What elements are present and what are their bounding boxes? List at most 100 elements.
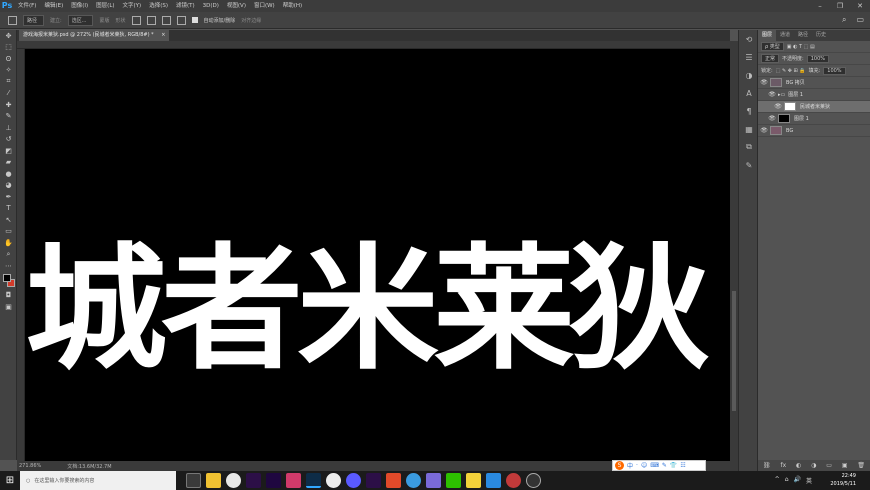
chrome-icon[interactable] (226, 473, 241, 488)
brush-presets-icon[interactable]: ✎ (739, 156, 759, 174)
workspace-icon[interactable]: ▭ (856, 15, 864, 25)
file-explorer-icon[interactable] (206, 473, 221, 488)
more-tools-icon[interactable]: ⋯ (0, 260, 17, 272)
delete-layer-icon[interactable]: 🗑 (857, 462, 865, 469)
layer-row-active[interactable]: 👁 民城者米莱狄 (758, 101, 870, 113)
move-tool-icon[interactable]: ✥ (0, 30, 17, 42)
lock-icons[interactable]: ⬚ ✎ ✥ ⊞ 🔒 (776, 68, 806, 74)
volume-icon[interactable]: 🔊 (794, 476, 801, 485)
link-layers-icon[interactable]: ⛓ (763, 462, 771, 469)
search-icon[interactable]: ⌕ (842, 15, 846, 25)
path-mode-select[interactable]: 路径 (23, 14, 45, 26)
path-operations-icon[interactable] (131, 15, 141, 25)
type-tool-icon[interactable]: T (0, 203, 17, 215)
character-panel-icon[interactable]: A (739, 84, 759, 102)
auto-add-delete-checkbox[interactable] (191, 17, 198, 23)
fill-value[interactable]: 100% (823, 66, 846, 75)
lasso-tool-icon[interactable]: ʘ (0, 53, 17, 65)
shape-button[interactable]: 形状 (116, 17, 126, 24)
network-icon[interactable]: ⌂ (785, 476, 789, 485)
menu-3d[interactable]: 3D(D) (199, 0, 223, 12)
hand-tool-icon[interactable]: ✋ (0, 237, 17, 249)
new-layer-icon[interactable]: ▣ (842, 462, 848, 469)
libraries-panel-icon[interactable]: ▦ (739, 120, 759, 138)
app-blue-circle-icon[interactable] (346, 473, 361, 488)
purple-app-icon[interactable] (426, 473, 441, 488)
after-effects-icon[interactable] (266, 473, 281, 488)
app-red-circle-icon[interactable] (506, 473, 521, 488)
selection-button[interactable]: 选区... (67, 14, 94, 26)
blue-app-icon[interactable] (486, 473, 501, 488)
browser-icon[interactable] (406, 473, 421, 488)
blend-mode-select[interactable]: 正常 (761, 54, 780, 63)
zoom-tool-icon[interactable]: ⌕ (0, 249, 17, 261)
visibility-eye-icon[interactable]: 👁 (766, 115, 778, 122)
eyedropper-tool-icon[interactable]: ⁄ (0, 88, 17, 100)
visibility-eye-icon[interactable]: 👁 (758, 127, 770, 134)
blur-tool-icon[interactable]: ● (0, 168, 17, 180)
gradient-tool-icon[interactable]: ▰ (0, 157, 17, 169)
tab-history[interactable]: 历史 (812, 30, 830, 41)
visibility-eye-icon[interactable]: 👁 (766, 91, 778, 98)
document-canvas[interactable]: 城者米莱狄 (25, 49, 730, 461)
ime-skin-icon[interactable]: 👕 (670, 462, 677, 469)
add-mask-icon[interactable]: ◐ (796, 462, 801, 469)
app-circle-icon[interactable] (326, 473, 341, 488)
mask-button[interactable]: 蒙版 (99, 17, 109, 24)
taskbar-clock[interactable]: 22:49 2019/5/11 (830, 472, 856, 488)
layer-row[interactable]: 👁 BG 拷贝 (758, 77, 870, 89)
paragraph-panel-icon[interactable]: ¶ (739, 102, 759, 120)
menu-file[interactable]: 文件(F) (14, 0, 40, 12)
taskbar-search-box[interactable]: ○ 在这里输入你要搜索的内容 (20, 471, 176, 490)
layer-style-icon[interactable]: fx (780, 462, 786, 469)
shape-tool-icon[interactable]: ▭ (0, 226, 17, 238)
yellow-app-icon[interactable] (466, 473, 481, 488)
dodge-tool-icon[interactable]: ◕ (0, 180, 17, 192)
menu-filter[interactable]: 滤镜(T) (172, 0, 199, 12)
marquee-tool-icon[interactable]: ⬚ (0, 42, 17, 54)
tray-overflow-icon[interactable]: ^ (775, 476, 780, 485)
photoshop-taskbar-icon[interactable] (306, 473, 321, 488)
screen-mode-icon[interactable]: ▣ (0, 301, 17, 313)
visibility-eye-icon[interactable]: 👁 (758, 79, 770, 86)
menu-help[interactable]: 帮助(H) (279, 0, 306, 12)
path-alignment-icon[interactable] (146, 15, 156, 25)
layer-filter-select[interactable]: ρ 类型 (761, 42, 784, 51)
menu-layer[interactable]: 图层(L) (92, 0, 118, 12)
quick-mask-icon[interactable]: ◘ (0, 290, 17, 302)
history-brush-tool-icon[interactable]: ↺ (0, 134, 17, 146)
foreground-color-swatch[interactable] (3, 273, 11, 282)
app-dark-circle-icon[interactable] (526, 473, 541, 488)
crop-tool-icon[interactable]: ⌗ (0, 76, 17, 88)
vertical-scrollbar[interactable] (730, 41, 738, 461)
ime-handwriting-icon[interactable]: ✎ (662, 462, 667, 469)
settings-gear-icon[interactable] (176, 15, 186, 25)
tab-channels[interactable]: 通道 (776, 30, 794, 41)
windows-start-icon[interactable]: ⊞ (0, 475, 20, 486)
adjustment-layer-icon[interactable]: ◑ (811, 462, 816, 469)
menu-type[interactable]: 文字(Y) (119, 0, 146, 12)
menu-image[interactable]: 图像(I) (67, 0, 92, 12)
ime-chinese-mode[interactable]: 中 (627, 461, 633, 470)
filter-icons[interactable]: ▣ ◐ T ⬚ ▤ (787, 44, 815, 50)
input-language[interactable]: 英 (806, 476, 812, 485)
wechat-icon[interactable] (446, 473, 461, 488)
visibility-eye-icon[interactable]: 👁 (772, 103, 784, 110)
zoom-level[interactable]: 271.86% (19, 463, 41, 469)
opacity-value[interactable]: 100% (806, 54, 829, 63)
menu-select[interactable]: 选择(S) (145, 0, 172, 12)
paths-panel-icon[interactable]: ⧉ (739, 138, 759, 156)
healing-brush-tool-icon[interactable]: ✚ (0, 99, 17, 111)
tab-paths[interactable]: 路径 (794, 30, 812, 41)
eraser-tool-icon[interactable]: ◩ (0, 145, 17, 157)
menu-edit[interactable]: 编辑(E) (40, 0, 67, 12)
horizontal-ruler[interactable] (17, 41, 730, 49)
history-panel-icon[interactable]: ⟲ (739, 30, 759, 48)
sogou-logo-icon[interactable]: S (615, 461, 624, 470)
ime-punctuation-icon[interactable]: · (636, 462, 638, 469)
tab-close-icon[interactable]: × (161, 32, 165, 38)
clone-stamp-tool-icon[interactable]: ⊥ (0, 122, 17, 134)
ime-keyboard-icon[interactable]: ⌨ (650, 462, 659, 469)
path-arrangement-icon[interactable] (161, 15, 171, 25)
ime-emoji-icon[interactable]: ☺ (641, 462, 647, 469)
